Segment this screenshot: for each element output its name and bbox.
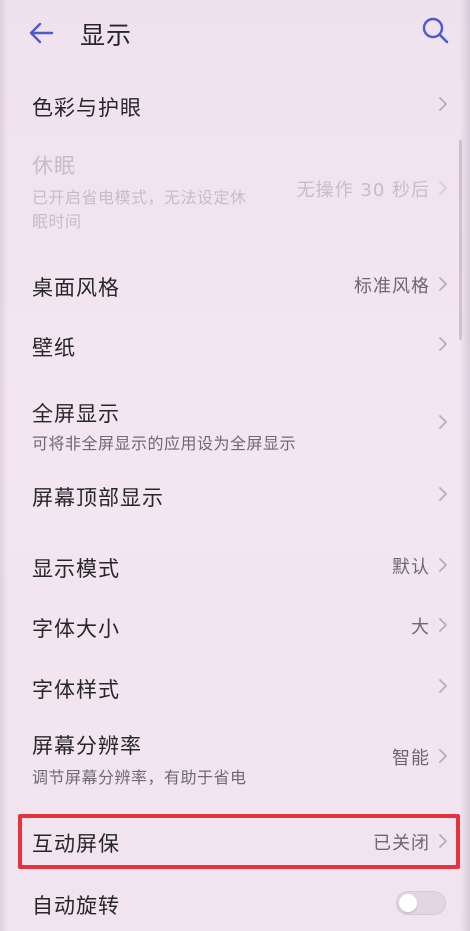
setting-row-wallpaper[interactable]: 壁纸 (0, 316, 470, 378)
setting-row-color-eye-comfort[interactable]: 色彩与护眼 (0, 74, 470, 136)
row-subtitle: 调节屏幕分辨率，有助于省电 (32, 768, 247, 787)
row-subtitle: 已开启省电模式，无法设定休 (32, 188, 247, 207)
page-title: 显示 (80, 21, 133, 50)
setting-row-font-size[interactable]: 字体大小 大 (0, 595, 470, 657)
setting-row-screen-top-display[interactable]: 屏幕顶部显示 (0, 464, 470, 526)
row-value: 已关闭 (373, 833, 430, 854)
row-value: 无操作 30 秒后 (296, 180, 430, 201)
row-label: 全屏显示 (32, 402, 120, 426)
row-subtitle-continued: 眠时间 (32, 212, 82, 231)
row-label: 显示模式 (32, 557, 120, 581)
toggle-knob (399, 894, 417, 912)
chevron-right-icon (438, 557, 448, 573)
row-label: 屏幕分辨率 (32, 734, 142, 758)
chevron-right-icon (438, 96, 448, 112)
setting-row-display-mode[interactable]: 显示模式 默认 (0, 535, 470, 597)
row-value: 默认 (392, 557, 430, 578)
row-value: 大 (411, 617, 430, 638)
row-subtitle: 可将非全屏显示的应用设为全屏显示 (32, 434, 297, 453)
search-icon[interactable] (421, 16, 449, 44)
setting-row-fullscreen-display[interactable]: 全屏显示 可将非全屏显示的应用设为全屏显示 (0, 390, 470, 460)
chevron-right-icon (438, 276, 448, 292)
header-bar: 显示 (0, 0, 470, 66)
setting-row-auto-rotate: 自动旋转 (0, 872, 470, 931)
auto-rotate-toggle[interactable] (396, 891, 446, 915)
chevron-right-icon (438, 336, 448, 352)
setting-row-interactive-screensaver[interactable]: 互动屏保 已关闭 (0, 814, 470, 869)
setting-row-desktop-style[interactable]: 桌面风格 标准风格 (0, 254, 470, 316)
row-label: 字体大小 (32, 617, 120, 641)
row-value: 智能 (392, 748, 430, 769)
chevron-right-icon (438, 678, 448, 694)
chevron-right-icon (438, 833, 448, 849)
chevron-right-icon (438, 414, 448, 430)
setting-row-font-style[interactable]: 字体样式 (0, 656, 470, 718)
chevron-right-icon (438, 486, 448, 502)
row-label: 桌面风格 (32, 276, 120, 300)
row-label: 休眠 (32, 154, 76, 178)
row-value: 标准风格 (354, 276, 430, 297)
row-label: 自动旋转 (32, 894, 120, 918)
row-label: 屏幕顶部显示 (32, 486, 164, 510)
row-label: 壁纸 (32, 336, 76, 360)
row-label: 色彩与护眼 (32, 96, 142, 120)
settings-screen: 显示 色彩与护眼 休眠 已开启省电模式，无法设定休 眠时间 无操作 30 秒后 … (0, 0, 470, 931)
setting-row-screen-resolution[interactable]: 屏幕分辨率 调节屏幕分辨率，有助于省电 智能 (0, 724, 470, 798)
row-label: 互动屏保 (32, 832, 120, 856)
chevron-right-icon (438, 617, 448, 633)
row-label: 字体样式 (32, 678, 120, 702)
chevron-right-icon (438, 180, 448, 196)
back-arrow-icon[interactable] (28, 20, 54, 46)
chevron-right-icon (438, 748, 448, 764)
setting-row-sleep[interactable]: 休眠 已开启省电模式，无法设定休 眠时间 无操作 30 秒后 (0, 140, 470, 240)
